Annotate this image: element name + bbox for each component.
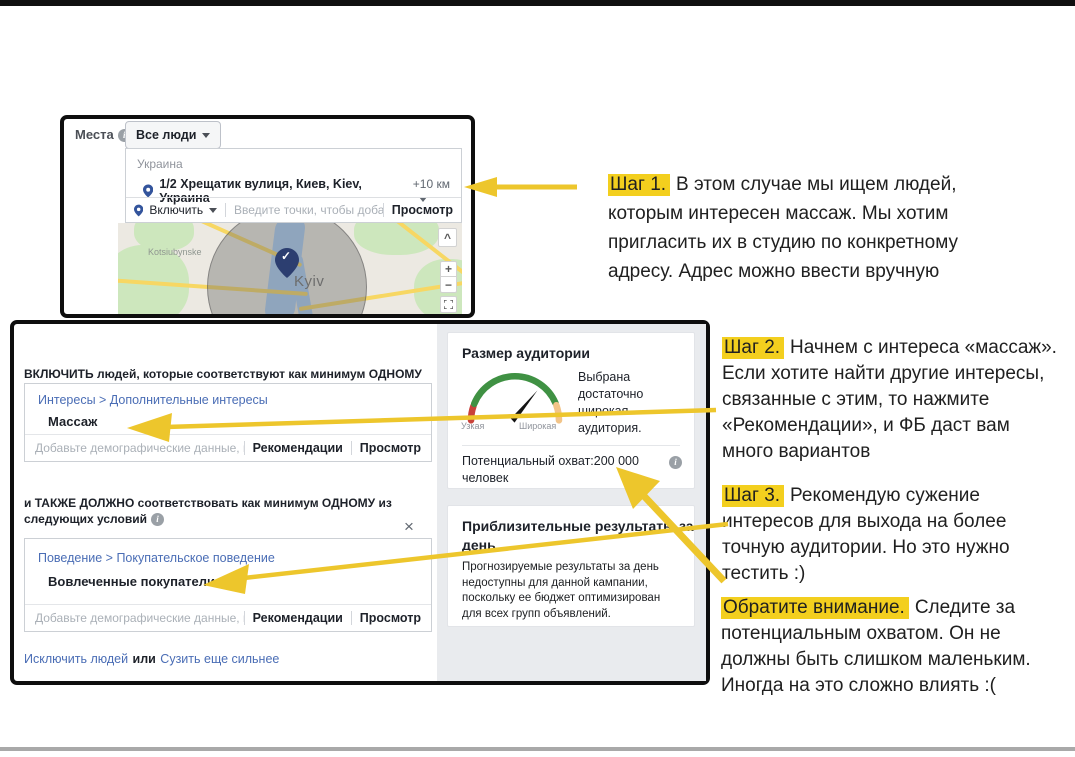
narrow-conditions-header: и ТАКЖЕ ДОЛЖНО соответствовать как миним… <box>24 479 424 527</box>
radius-value: +10 км <box>413 177 450 191</box>
audience-gauge <box>456 367 574 425</box>
check-icon: ✓ <box>281 249 291 263</box>
close-icon[interactable]: × <box>404 520 414 534</box>
narrow-conditions-text: и ТАКЖЕ ДОЛЖНО соответствовать как миним… <box>24 496 392 526</box>
behaviors-condition-box: Поведение > Покупательское поведение Вов… <box>24 538 432 632</box>
interest-breadcrumb[interactable]: Интересы > Дополнительные интересы <box>38 393 431 407</box>
note-highlight: Обратите внимание. <box>721 597 909 619</box>
chevron-down-icon <box>209 208 217 213</box>
annotation-step1: Шаг 1.В этом случае мы ищем людей, котор… <box>608 141 1040 286</box>
bottom-border-line <box>0 747 1075 751</box>
map-collapse-button[interactable]: ^ <box>438 228 457 247</box>
narrow-further-link[interactable]: Сузить еще сильнее <box>160 652 279 666</box>
divider <box>462 445 680 446</box>
interests-condition-box: Интересы > Дополнительные интересы Масса… <box>24 383 432 462</box>
divider <box>225 203 226 217</box>
location-pin-icon <box>134 203 143 218</box>
fullscreen-icon <box>444 300 453 309</box>
places-label-text: Места <box>75 127 114 142</box>
map-fullscreen-button[interactable] <box>440 296 457 313</box>
map[interactable]: Kotsiubynske Kyiv ✓ ^ + − <box>118 223 462 314</box>
include-dropdown[interactable]: Включить <box>149 203 203 217</box>
map-zoom-out-button[interactable]: − <box>440 277 457 293</box>
map-zoom-in-button[interactable]: + <box>440 261 457 277</box>
map-town-label: Kotsiubynske <box>148 247 202 257</box>
daily-results-body: Прогнозируемые результаты за день недост… <box>462 560 682 622</box>
behavior-box-footer: Добавьте демографические данные, и... Ре… <box>25 604 431 631</box>
places-label: Местаi <box>75 127 131 142</box>
step1-highlight: Шаг 1. <box>608 174 670 196</box>
info-icon: i <box>151 513 164 526</box>
behavior-breadcrumb[interactable]: Поведение > Покупательское поведение <box>38 551 431 565</box>
location-pin-icon <box>143 184 153 198</box>
daily-results-card: Приблизительные результаты за день Прогн… <box>447 505 695 627</box>
chevron-down-icon <box>202 133 210 138</box>
add-demographics-input[interactable]: Добавьте демографические данные, и... <box>35 441 244 455</box>
locations-box: Украина 1/2 Хрещатик вулиця, Киев, Kiev,… <box>125 148 462 223</box>
annotation-step2: Шаг 2.Начнем с интереса «массаж». Если х… <box>722 309 1074 465</box>
divider <box>351 441 352 455</box>
country-label: Украина <box>137 157 461 171</box>
include-row: Включить Введите точки, чтобы добавить и… <box>126 197 461 222</box>
audience-status-text: Выбрана достаточно широкая аудитория. <box>578 369 688 437</box>
step2-highlight: Шаг 2. <box>722 337 784 359</box>
exclude-narrow-row: Исключить людей или Сузить еще сильнее <box>24 650 279 668</box>
audience-size-card: Размер аудитории Узкая Широкая Выбрана д… <box>447 332 695 489</box>
potential-reach-text: Потенциальный охват:200 000 человек <box>462 453 652 487</box>
step3-highlight: Шаг 3. <box>722 485 784 507</box>
suggestions-button[interactable]: Рекомендации <box>253 441 343 455</box>
suggestions-button[interactable]: Рекомендации <box>253 611 343 625</box>
audience-dropdown-button[interactable]: Все люди <box>125 121 221 149</box>
map-park-area <box>354 223 439 255</box>
divider <box>244 611 245 625</box>
places-screenshot-panel: Местаi Все люди Украина 1/2 Хрещатик вул… <box>60 115 475 318</box>
divider <box>383 203 384 217</box>
browse-button[interactable]: Просмотр <box>360 441 421 455</box>
targeting-screenshot-panel: ВКЛЮЧИТЬ людей, которые соответствуют ка… <box>10 320 710 685</box>
audience-dropdown-label: Все люди <box>136 128 196 142</box>
info-icon: i <box>669 456 682 469</box>
points-input[interactable]: Введите точки, чтобы добавить их <box>234 203 383 217</box>
audience-size-title: Размер аудитории <box>462 344 694 363</box>
gauge-needle <box>511 390 538 422</box>
browse-button[interactable]: Просмотр <box>392 203 453 217</box>
gauge-narrow-label: Узкая <box>461 421 484 431</box>
top-border-line <box>0 0 1075 6</box>
interest-value[interactable]: Массаж <box>48 414 431 429</box>
divider <box>244 441 245 455</box>
interest-box-footer: Добавьте демографические данные, и... Ре… <box>25 434 431 461</box>
behavior-value[interactable]: Вовлеченные покупатели <box>48 574 431 589</box>
daily-results-title: Приблизительные результаты за день <box>462 517 694 555</box>
divider <box>351 611 352 625</box>
add-demographics-input[interactable]: Добавьте демографические данные, и... <box>35 611 244 625</box>
exclude-people-link[interactable]: Исключить людей <box>24 652 128 666</box>
annotation-step3: Шаг 3.Рекомендую сужение интересов для в… <box>722 457 1074 587</box>
gauge-broad-label: Широкая <box>519 421 556 431</box>
annotation-note: Обратите внимание.Следите за потенциальн… <box>721 569 1075 699</box>
browse-button[interactable]: Просмотр <box>360 611 421 625</box>
or-text: или <box>133 652 156 666</box>
